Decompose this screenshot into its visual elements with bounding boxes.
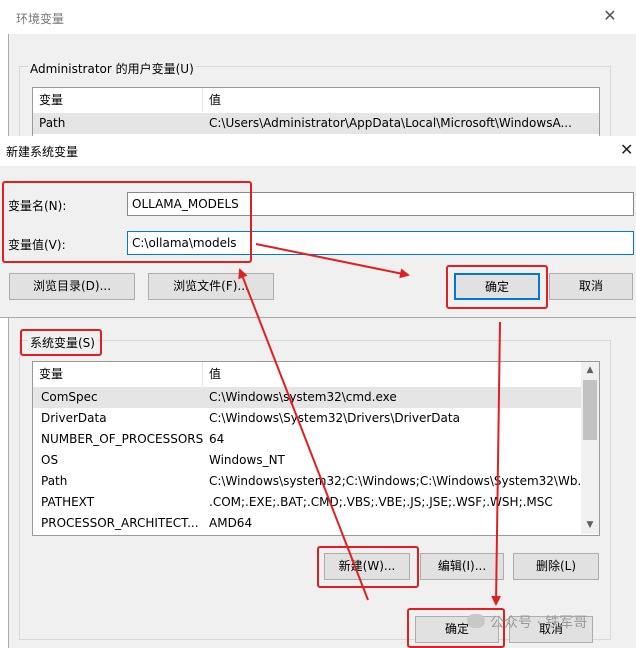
arrow-down-to-env-ok — [491, 321, 502, 606]
arrow-to-new-ok — [255, 243, 410, 279]
watermark-text: 公众号 · 铁军哥 — [490, 615, 588, 631]
arrow-up-from-new-button — [238, 268, 369, 601]
annotation-arrows — [238, 243, 502, 606]
